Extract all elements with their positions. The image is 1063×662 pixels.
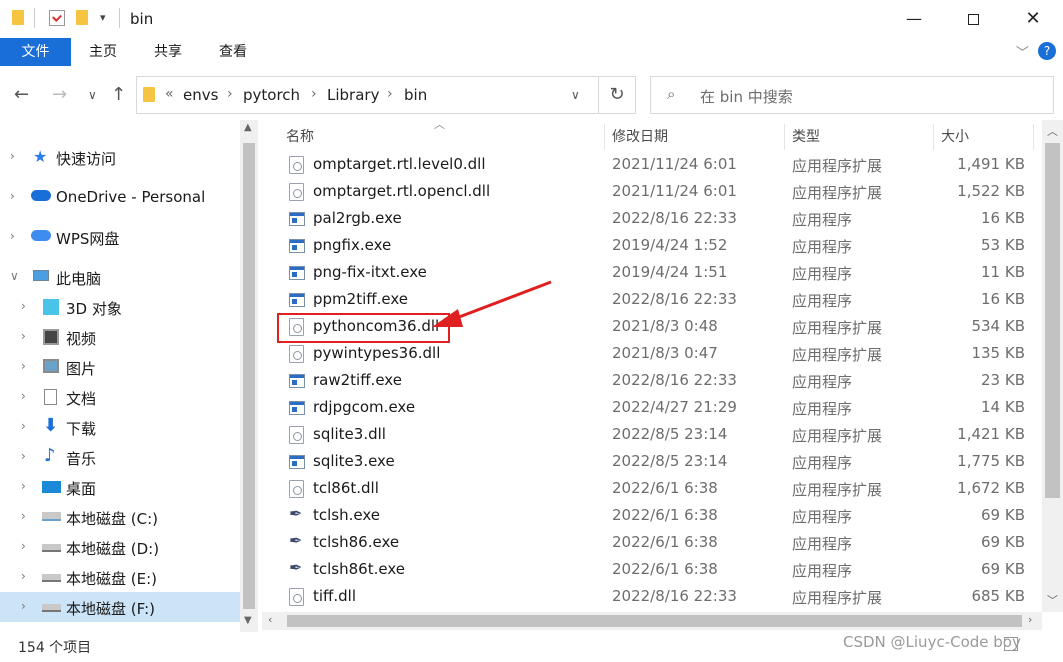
- annotation-arrow: [432, 280, 552, 327]
- status-item-count: 154 个项目: [18, 640, 92, 656]
- watermark: CSDN @Liuyc-Code boy: [843, 633, 1021, 651]
